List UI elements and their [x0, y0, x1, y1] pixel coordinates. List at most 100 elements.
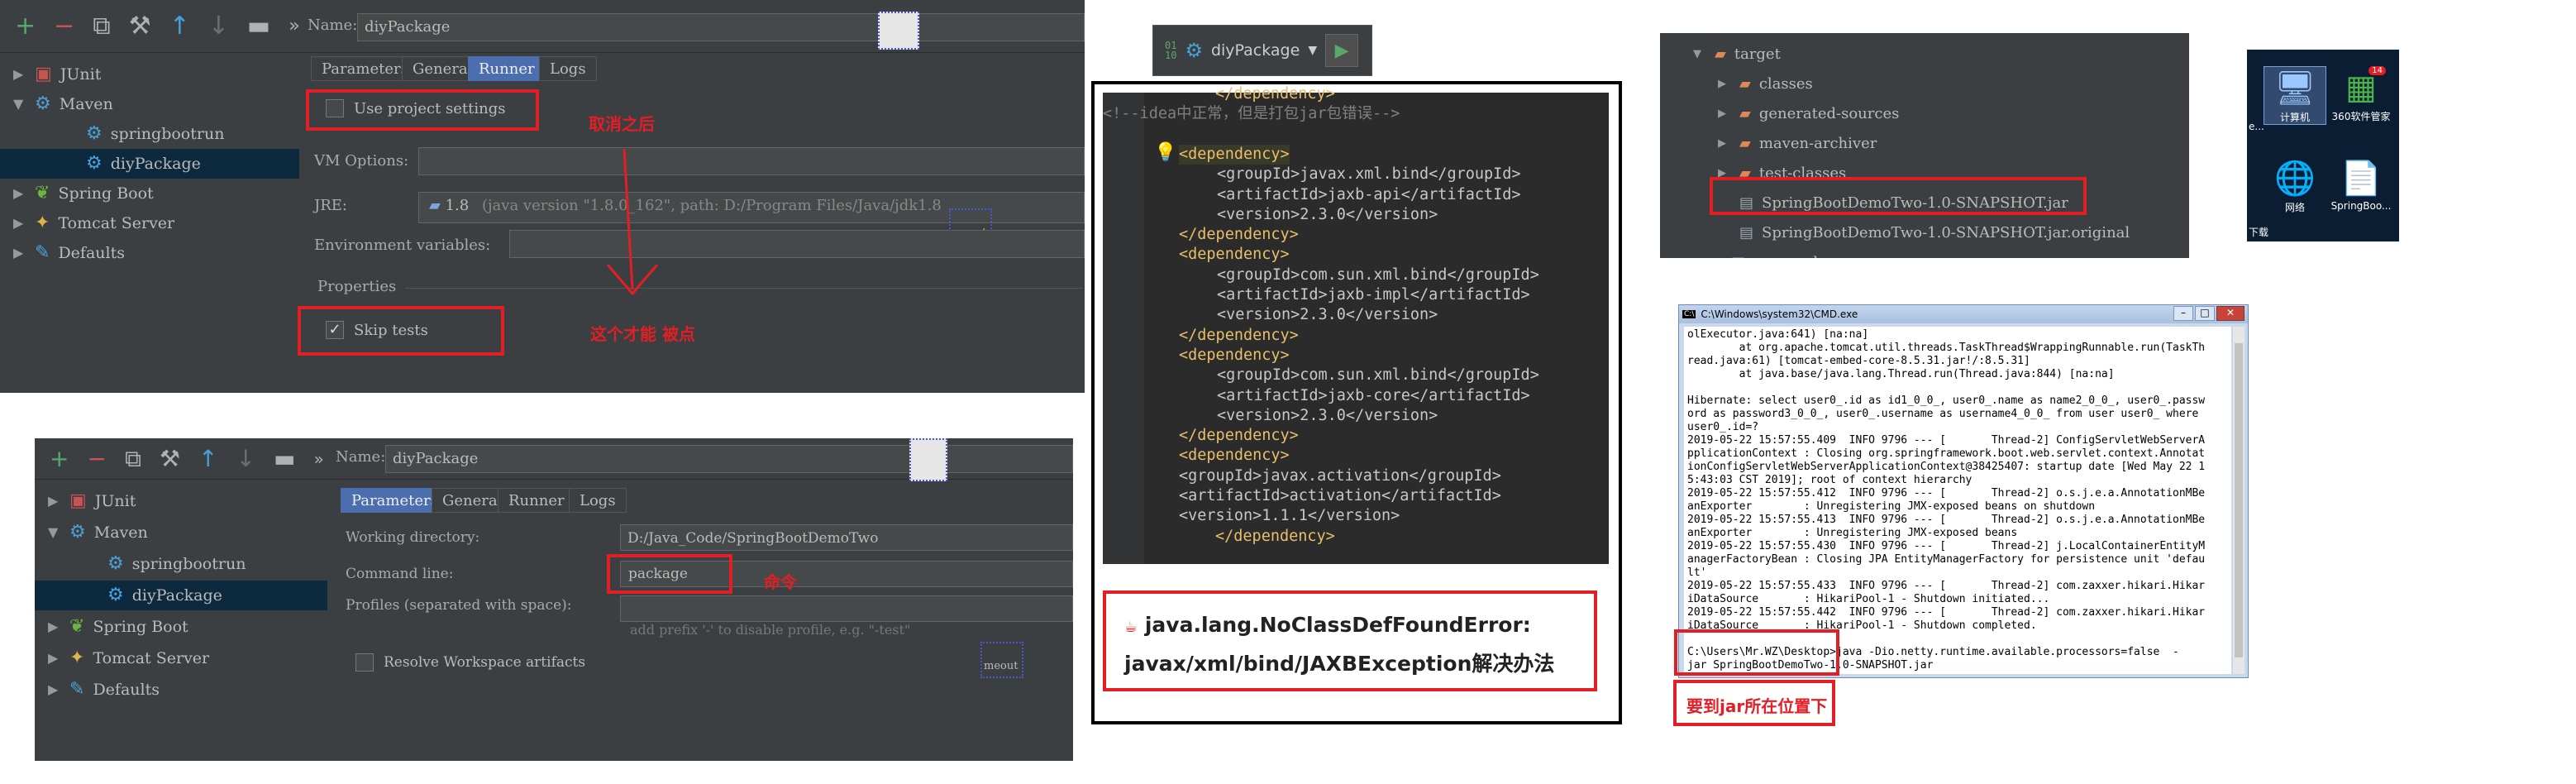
- tree-item-spring-boot[interactable]: ▶ ❦ Spring Boot: [35, 612, 327, 642]
- working-dir-field[interactable]: D:/Java_Code/SpringBootDemoTwo: [620, 524, 1073, 551]
- project-tree-label: pom.xml: [1753, 248, 1818, 258]
- tree-item-tomcat-server[interactable]: ▶ ✦ Tomcat Server: [35, 643, 327, 673]
- chevron-right-icon[interactable]: ▶: [13, 60, 26, 89]
- move-up-icon[interactable]: ↑: [198, 447, 217, 471]
- chevron-right-icon[interactable]: ▶: [1718, 129, 1731, 159]
- tree-item-junit[interactable]: ▶ ▣ JUnit: [35, 486, 327, 516]
- tab-logs[interactable]: Logs: [539, 56, 597, 81]
- expand-icon[interactable]: »: [313, 451, 323, 467]
- code-line: </dependency>: [1215, 527, 1335, 545]
- caption: ☕ java.lang.NoClassDefFoundError: javax/…: [1124, 607, 1554, 682]
- tree-item-tomcat-server[interactable]: ▶ ✦ Tomcat Server: [0, 208, 299, 238]
- chevron-right-icon[interactable]: ▶: [48, 486, 61, 516]
- use-project-settings-checkbox[interactable]: Use project settings: [326, 99, 505, 117]
- tab-runner[interactable]: Runner: [468, 56, 546, 81]
- chevron-down-icon[interactable]: ▼: [1308, 44, 1317, 57]
- copy-icon[interactable]: ⧉: [93, 13, 110, 39]
- chevron-right-icon[interactable]: ▶: [13, 238, 26, 268]
- tree-item-springbootrun[interactable]: ⚙ springbootrun: [35, 549, 327, 579]
- tree-item-maven[interactable]: ▼ ⚙ Maven: [35, 518, 327, 547]
- move-down-icon[interactable]: ↓: [236, 447, 255, 471]
- run-config-toolbar: 01 10 ⚙ diyPackage ▼ ▶: [1152, 25, 1372, 76]
- add-icon[interactable]: +: [50, 447, 69, 471]
- tree-item-diypackage[interactable]: ⚙ diyPackage: [35, 581, 327, 610]
- expand-icon[interactable]: »: [289, 17, 299, 36]
- close-button[interactable]: ✕: [2216, 306, 2244, 321]
- move-down-icon[interactable]: ↓: [208, 13, 229, 39]
- tomcat-icon: ✦: [35, 213, 50, 233]
- config-name[interactable]: diyPackage: [1211, 41, 1300, 60]
- scrollbar[interactable]: [2233, 327, 2244, 674]
- chevron-right-icon[interactable]: ▶: [48, 675, 61, 705]
- profiles-field[interactable]: [620, 595, 1073, 622]
- checkbox-box[interactable]: ✓: [326, 321, 344, 339]
- checkbox-box[interactable]: [326, 99, 344, 117]
- project-tree-item[interactable]: ▼ ▰ target: [1693, 40, 1781, 69]
- tree-item-maven[interactable]: ▼ ⚙ Maven: [0, 89, 299, 119]
- project-tree-item[interactable]: ▶ ▰ generated-sources: [1718, 99, 1899, 129]
- chevron-down-icon[interactable]: ▼: [13, 89, 26, 119]
- code-line: <artifactId>jaxb-impl</artifactId>: [1217, 286, 1530, 304]
- tab-logs[interactable]: Logs: [569, 488, 627, 513]
- chevron-down-icon[interactable]: ▼: [1693, 40, 1706, 69]
- desktop-item[interactable]: 🌐 网络: [2264, 157, 2326, 214]
- run-config-panel-2: + − ⧉ ⚒ ↑ ↓ ▬ » Name: diyPackage ▶ ▣ JUnit…: [35, 438, 1073, 761]
- resolve-workspace-checkbox[interactable]: Resolve Workspace artifacts: [355, 653, 585, 672]
- tree-item-defaults[interactable]: ▶ ✎ Defaults: [35, 675, 327, 705]
- chevron-right-icon[interactable]: ▶: [1718, 99, 1731, 129]
- minimize-button[interactable]: –: [2173, 306, 2193, 321]
- name-field[interactable]: diyPackage: [385, 445, 1073, 473]
- code-line: <artifactId>jaxb-api</artifactId>: [1217, 185, 1521, 203]
- chevron-right-icon[interactable]: ▶: [13, 208, 26, 238]
- chevron-right-icon[interactable]: ▶: [13, 179, 26, 208]
- chevron-right-icon[interactable]: ▶: [48, 643, 61, 673]
- maximize-button[interactable]: □: [2195, 306, 2215, 321]
- jre-hint: (java version "1.8.0_162", path: D:/Prog…: [481, 197, 942, 214]
- add-icon[interactable]: +: [15, 13, 36, 39]
- run-button[interactable]: ▶: [1325, 34, 1359, 67]
- settings-icon[interactable]: ⚒: [160, 447, 180, 471]
- desktop-item[interactable]: 🖥 计算机: [2264, 66, 2326, 125]
- console-line: 2019-05-22 15:57:55.413 INFO 9796 --- [ …: [1687, 514, 2206, 526]
- maven-icon: ⚙: [35, 93, 51, 114]
- project-tree-item[interactable]: ▤ SpringBootDemoTwo-1.0-SNAPSHOT.jar.orig…: [1718, 218, 2130, 248]
- project-tree-item[interactable]: ▶ ▰ maven-archiver: [1718, 129, 1877, 159]
- console-line: pplicationContext : Closing org.springfr…: [1687, 447, 2206, 460]
- tree-item-defaults[interactable]: ▶ ✎ Defaults: [0, 238, 299, 268]
- chevron-right-icon[interactable]: ▶: [48, 612, 61, 642]
- checkbox-box[interactable]: [355, 653, 374, 672]
- chevron-down-icon[interactable]: ▼: [48, 518, 61, 547]
- console-line: 2019-05-22 15:57:55.412 INFO 9796 --- [ …: [1687, 487, 2206, 500]
- folder-icon: ▰: [1715, 45, 1726, 63]
- tree-item-label: JUnit: [94, 492, 136, 510]
- settings-icon[interactable]: ⚒: [129, 13, 151, 39]
- console-line: user0_.id=?: [1687, 421, 1759, 433]
- document-icon: 📄: [2340, 160, 2382, 198]
- project-tree-item[interactable]: ▶ ▰ classes: [1718, 69, 1813, 99]
- skip-tests-checkbox[interactable]: ✓ Skip tests: [326, 321, 428, 339]
- edge-label-2: 下载: [2249, 227, 2269, 238]
- tree-item-spring-boot[interactable]: ▶ ❦ Spring Boot: [0, 179, 299, 208]
- bulb-icon[interactable]: 💡: [1154, 142, 1176, 163]
- folder-icon[interactable]: ▬: [274, 447, 295, 471]
- remove-icon[interactable]: −: [54, 13, 74, 39]
- tree-item-junit[interactable]: ▶ ▣ JUnit: [0, 60, 299, 89]
- tree-item-label: Tomcat Server: [93, 649, 210, 667]
- console-line: 2019-05-22 15:57:55.409 INFO 9796 --- [ …: [1687, 434, 2206, 447]
- vm-options-field[interactable]: [418, 147, 1085, 175]
- code-line: <dependency>: [1179, 346, 1290, 364]
- folder-icon[interactable]: ▬: [247, 13, 270, 39]
- chevron-right-icon[interactable]: ▶: [1718, 69, 1731, 99]
- copy-icon[interactable]: ⧉: [125, 447, 141, 471]
- tree-item-diypackage[interactable]: ⚙ diyPackage: [0, 149, 299, 179]
- tab-runner[interactable]: Runner: [498, 488, 575, 513]
- name-label: Name:: [336, 448, 386, 466]
- project-tree-item[interactable]: ▤ pom.xml: [1710, 248, 1818, 258]
- desktop-item[interactable]: 📄 SpringBoo...: [2330, 157, 2392, 212]
- move-up-icon[interactable]: ↑: [169, 13, 190, 39]
- name-field[interactable]: diyPackage: [357, 13, 1085, 41]
- desktop-item[interactable]: ▦ 14 360软件管家: [2330, 66, 2392, 123]
- remove-icon[interactable]: −: [87, 447, 106, 471]
- tree-item-springbootrun[interactable]: ⚙ springbootrun: [0, 119, 299, 149]
- edge-label-1: e...: [2249, 121, 2264, 132]
